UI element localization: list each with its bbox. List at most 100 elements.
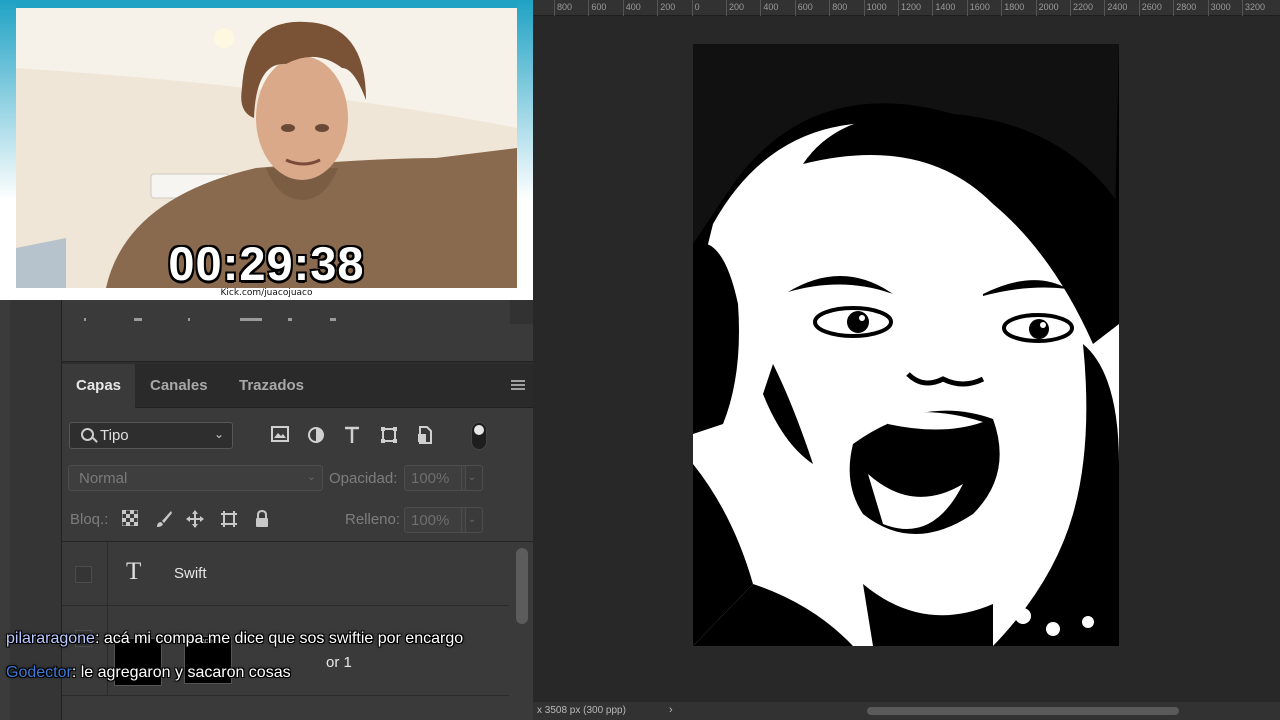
chevron-down-icon: ⌄ <box>213 427 224 441</box>
lock-all-icon[interactable] <box>252 509 272 530</box>
ruler-mark <box>726 0 727 16</box>
chat-message: Godector: le agregaron y sacaron cosas <box>6 664 291 681</box>
layers-scrollbar[interactable] <box>516 548 528 624</box>
filter-kind-select[interactable]: Tipo ⌄ <box>69 422 233 449</box>
layer-row[interactable]: T Swift <box>62 542 509 606</box>
column-divider <box>107 542 108 606</box>
ruler-mark <box>794 0 796 16</box>
tab-capas[interactable]: Capas <box>62 364 136 408</box>
photoshop-stream-screen: 800 600 400 200 0 200 400 600 800 1000 1200 1400 160… <box>0 0 1280 720</box>
prop-mark <box>84 318 86 321</box>
lock-transparency-icon[interactable] <box>120 509 140 530</box>
prop-mark <box>240 318 262 321</box>
ruler-mark <box>760 0 762 16</box>
chat-message: pilararagone: acá mi compa me dice que s… <box>6 630 464 647</box>
ruler-tick-label: 1200 <box>901 2 922 12</box>
ruler-tick-label: 400 <box>625 2 641 12</box>
adjustment-filter-icon[interactable] <box>306 426 326 446</box>
filter-toggle[interactable] <box>471 422 487 450</box>
panel-menu-icon[interactable] <box>511 380 525 391</box>
ruler-mark <box>1104 0 1106 16</box>
opacity-input[interactable]: 100% <box>404 465 466 491</box>
layers-panel-tabs: Capas Canales Trazados <box>62 364 533 408</box>
ruler-tick-label: 200 <box>660 2 676 12</box>
horizontal-ruler: 800 600 400 200 0 200 400 600 800 1000 1200 1400 160… <box>533 0 1280 16</box>
filter-kind-label: Tipo <box>100 427 129 444</box>
status-bar: x 3508 px (300 ppp) › <box>533 702 1280 720</box>
horizontal-scrollbar[interactable] <box>867 707 1179 715</box>
cam-border <box>517 0 533 200</box>
ruler-mark <box>898 0 899 16</box>
ruler-tick-label: 800 <box>557 2 573 12</box>
ruler-mark <box>966 0 968 16</box>
cam-border <box>0 0 16 200</box>
image-filter-icon[interactable] <box>270 426 290 446</box>
ruler-tick-label: 1400 <box>935 2 956 12</box>
ruler-mark <box>691 0 693 16</box>
ruler-mark <box>622 0 624 16</box>
prop-mark <box>288 318 292 321</box>
ruler-mark <box>554 0 555 16</box>
lock-position-move-icon[interactable] <box>185 510 205 530</box>
toggle-knob <box>474 425 484 435</box>
ruler-mark <box>657 0 659 16</box>
document-info: x 3508 px (300 ppp) <box>537 705 626 716</box>
prop-mark <box>330 318 336 321</box>
ruler-tick-label: 2800 <box>1176 2 1197 12</box>
ruler-mark <box>1035 0 1037 16</box>
lock-pixels-brush-icon[interactable] <box>154 510 174 530</box>
tab-trazados[interactable]: Trazados <box>225 364 318 408</box>
ruler-mark <box>932 0 934 16</box>
text-layer-icon: T <box>126 558 142 585</box>
chat-username: Godector <box>6 664 72 681</box>
blend-mode-select[interactable]: Normal ⌄ <box>68 465 323 491</box>
blend-mode-value: Normal <box>79 470 128 487</box>
shape-filter-icon[interactable] <box>379 426 399 446</box>
lock-artboard-icon[interactable] <box>219 510 239 530</box>
chevron-down-icon: ⌄ <box>306 471 316 483</box>
prop-mark <box>188 318 190 321</box>
chat-text: le agregaron y sacaron cosas <box>80 664 291 681</box>
opacity-label: Opacidad: <box>329 470 398 487</box>
fill-chevron-icon[interactable]: ⌄ <box>461 507 483 533</box>
lock-label: Bloq.: <box>70 511 109 528</box>
ruler-tick-label: 600 <box>797 2 813 12</box>
ruler-tick-label: 3200 <box>1245 2 1266 12</box>
chat-text: acá mi compa me dice que sos swiftie por… <box>103 630 464 647</box>
layer-filter-row: Tipo ⌄ <box>62 408 533 460</box>
ruler-tick-label: 0 <box>694 2 700 12</box>
opacity-chevron-icon[interactable]: ⌄ <box>461 465 483 491</box>
chat-username: pilararagone <box>6 630 95 647</box>
ruler-tick-label: 2200 <box>1073 2 1094 12</box>
ruler-tick-label: 2400 <box>1107 2 1128 12</box>
ruler-mark <box>1070 0 1071 16</box>
properties-scrollbar-track <box>510 300 533 324</box>
ruler-tick-label: 1000 <box>866 2 887 12</box>
ruler-mark <box>588 0 590 16</box>
ruler-tick-label: 1800 <box>1004 2 1025 12</box>
artboard-image[interactable] <box>693 44 1119 646</box>
blend-row: Normal ⌄ Opacidad: 100% ⌄ <box>62 460 533 500</box>
fill-input[interactable]: 100% <box>404 507 466 533</box>
text-filter-icon[interactable] <box>342 426 362 446</box>
ruler-tick-label: 400 <box>763 2 779 12</box>
properties-panel <box>62 300 533 362</box>
ruler-mark <box>1001 0 1003 16</box>
channel-handle: Kick.com/juacojuaco <box>220 288 313 298</box>
layer-name: Swift <box>174 565 207 582</box>
webcam-overlay: 00:29:38 Kick.com/juacojuaco <box>0 0 533 300</box>
document-canvas[interactable] <box>533 16 1280 702</box>
ruler-mark <box>829 0 831 16</box>
ruler-tick-label: 200 <box>729 2 745 12</box>
status-chevron-icon[interactable]: › <box>669 704 673 716</box>
lock-row: Bloq.: Relleno: 100% ⌄ <box>62 500 533 542</box>
smart-object-filter-icon[interactable] <box>415 426 435 446</box>
ruler-mark <box>1138 0 1140 16</box>
fill-label: Relleno: <box>345 511 401 528</box>
ruler-mark <box>1207 0 1209 16</box>
ruler-mark <box>1242 0 1243 16</box>
cam-border <box>0 0 533 8</box>
tab-canales[interactable]: Canales <box>136 364 222 408</box>
ruler-tick-label: 1600 <box>969 2 990 12</box>
visibility-toggle[interactable] <box>75 566 92 583</box>
